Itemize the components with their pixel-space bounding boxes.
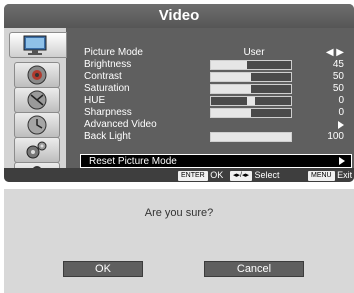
slider-fill	[211, 85, 251, 93]
menu-item-hue[interactable]: HUE 0	[84, 95, 344, 106]
nav-arrows-key: ◂▸/◂▸	[230, 170, 252, 181]
sharpness-slider[interactable]	[210, 108, 292, 118]
clock-icon	[27, 115, 47, 135]
submenu-arrow-icon	[338, 121, 344, 129]
menu-item-advanced-video[interactable]: Advanced Video	[84, 119, 344, 130]
tab-picture[interactable]	[9, 32, 67, 58]
menu-item-picture-mode[interactable]: Picture Mode User ◀ ▶	[84, 47, 344, 58]
tab-setup[interactable]	[14, 137, 60, 163]
video-menu: Video Picture Mode User ◀ ▶ Brightness 4…	[4, 4, 354, 182]
menu-item-back-light[interactable]: Back Light 100	[84, 131, 344, 142]
slider-fill	[211, 61, 247, 69]
contrast-slider[interactable]	[210, 72, 292, 82]
slider-fill	[211, 109, 251, 117]
hue-slider[interactable]	[210, 96, 292, 106]
menu-category-column	[4, 28, 67, 182]
back-light-slider[interactable]	[210, 132, 292, 142]
picture-icon	[23, 35, 47, 55]
tab-time[interactable]	[14, 112, 60, 138]
menu-item-contrast[interactable]: Contrast 50	[84, 71, 344, 82]
exit-hint: MENU Exit	[308, 168, 352, 182]
menu-item-brightness[interactable]: Brightness 45	[84, 59, 344, 70]
menu-item-sharpness[interactable]: Sharpness 0	[84, 107, 344, 118]
submenu-arrow-icon	[339, 157, 345, 165]
saturation-slider[interactable]	[210, 84, 292, 94]
slider-marker	[247, 97, 255, 105]
cancel-button[interactable]: Cancel	[204, 261, 304, 277]
left-right-arrows-icon: ◀ ▶	[325, 47, 344, 58]
slider-fill	[211, 73, 251, 81]
confirm-dialog: Are you sure?	[4, 189, 354, 293]
menu-title: Video	[4, 4, 354, 28]
tab-channel[interactable]	[14, 87, 60, 113]
menu-item-reset-picture-mode[interactable]: Reset Picture Mode	[80, 154, 352, 168]
menu-key: MENU	[308, 170, 335, 181]
enter-key: ENTER	[178, 170, 208, 181]
picture-mode-value: User	[243, 47, 265, 58]
satellite-dish-icon	[27, 90, 47, 110]
setup-gears-icon	[26, 141, 47, 159]
slider-fill	[211, 133, 291, 141]
brightness-slider[interactable]	[210, 60, 292, 70]
audio-icon	[27, 65, 47, 85]
menu-item-saturation[interactable]: Saturation 50	[84, 83, 344, 94]
menu-footer: ENTER OK ◂▸/◂▸ Select MENU Exit	[4, 168, 354, 182]
confirm-message: Are you sure?	[144, 207, 214, 219]
ok-button[interactable]: OK	[63, 261, 143, 277]
enter-hint: ENTER OK	[178, 168, 223, 182]
select-hint: ◂▸/◂▸ Select	[230, 168, 280, 182]
tab-audio[interactable]	[14, 62, 60, 88]
